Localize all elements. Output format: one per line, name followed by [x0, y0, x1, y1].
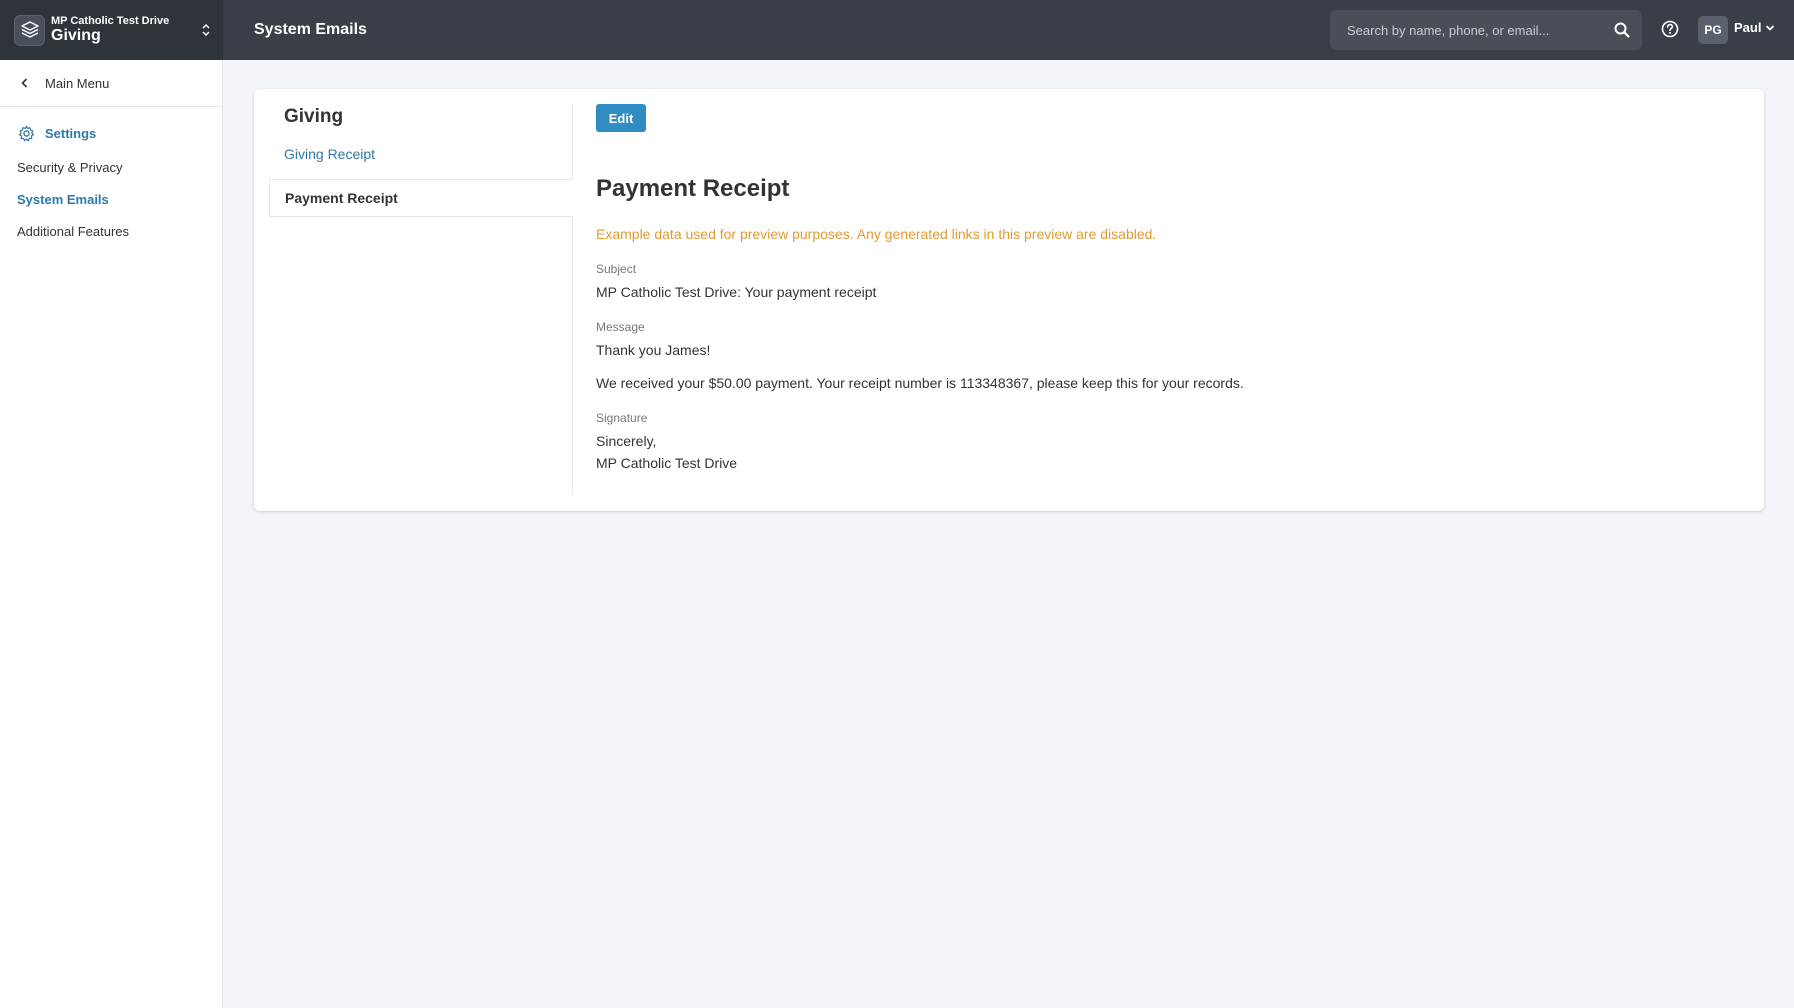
sidebar: Main Menu Settings Security & Privacy Sy… [0, 60, 223, 1008]
signature-line-2: MP Catholic Test Drive [596, 455, 738, 471]
edit-button[interactable]: Edit [596, 104, 646, 132]
email-item-giving-receipt[interactable]: Giving Receipt [284, 146, 375, 162]
search-icon[interactable] [1613, 21, 1631, 39]
main-menu-label: Main Menu [45, 75, 110, 91]
email-list-title: Giving [284, 106, 344, 127]
chevron-left-icon [21, 78, 28, 88]
preview-note: Example data used for preview purposes. … [596, 226, 1157, 242]
user-name: Paul [1734, 20, 1762, 35]
help-icon[interactable] [1660, 19, 1680, 39]
user-menu[interactable]: Paul [1734, 20, 1775, 35]
settings-label: Settings [45, 125, 97, 141]
signature-label: Signature [596, 411, 648, 425]
signature-line-1: Sincerely, [596, 433, 657, 449]
gear-icon [18, 125, 35, 141]
subject-value: MP Catholic Test Drive: Your payment rec… [596, 284, 877, 300]
global-search [1330, 10, 1642, 50]
subject-label: Subject [596, 262, 637, 276]
email-list: Giving Giving Receipt Payment Receipt [269, 104, 573, 494]
avatar[interactable]: PG [1698, 16, 1728, 44]
sidebar-item-additional-features[interactable]: Additional Features [0, 215, 222, 247]
top-bar: MP Catholic Test Drive Giving System Ema… [0, 0, 1794, 60]
main-menu-link[interactable]: Main Menu [0, 60, 222, 107]
org-name: MP Catholic Test Drive [51, 15, 170, 28]
layers-logo-icon [14, 14, 45, 46]
sidebar-item-system-emails[interactable]: System Emails [0, 183, 222, 215]
sidebar-item-security-privacy[interactable]: Security & Privacy [0, 151, 222, 183]
app-switcher[interactable]: MP Catholic Test Drive Giving [0, 0, 223, 60]
sidebar-section-settings[interactable]: Settings [0, 121, 222, 145]
message-line-1: Thank you James! [596, 342, 711, 358]
message-label: Message [596, 320, 645, 334]
message-line-2: We received your $50.00 payment. Your re… [596, 375, 1244, 391]
chevron-down-icon [1766, 24, 1775, 31]
app-name: Giving [51, 27, 101, 45]
preview-title: Payment Receipt [596, 175, 790, 202]
search-input[interactable] [1347, 22, 1597, 38]
page-title: System Emails [254, 21, 367, 38]
chevron-up-down-icon[interactable] [199, 18, 213, 42]
email-item-payment-receipt[interactable]: Payment Receipt [269, 179, 573, 217]
email-card: Giving Giving Receipt Payment Receipt Ed… [254, 89, 1764, 511]
